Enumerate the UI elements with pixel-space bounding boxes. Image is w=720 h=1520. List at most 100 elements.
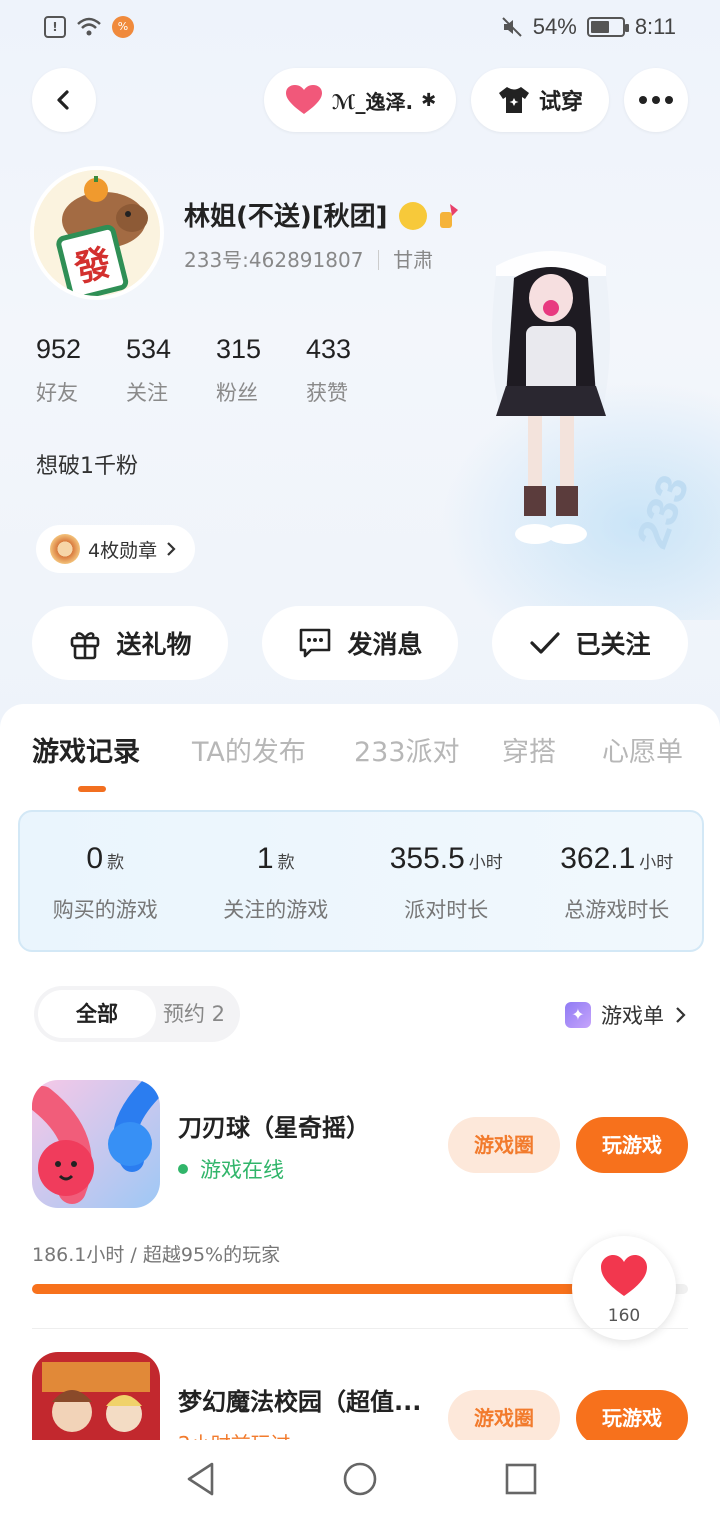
game-title[interactable]: 梦幻魔法校园（超值... — [178, 1382, 421, 1417]
summary-unit: 小时 — [468, 853, 503, 873]
game-filter-segment: 全部 预约 2 — [34, 986, 240, 1042]
mute-icon — [502, 17, 522, 37]
stat-value: 433 — [306, 334, 352, 364]
capybara-avatar-image: 發 — [34, 170, 160, 296]
profile-id-line: 233号:462891807 甘肃 — [184, 244, 433, 273]
battery-percent: 54% — [532, 14, 577, 39]
app-notification-icon: % — [112, 16, 134, 38]
emoji-nail-polish-icon — [436, 202, 462, 230]
system-navigation-bar — [0, 1440, 720, 1520]
stat-label: 粉丝 — [216, 381, 258, 405]
id-region-divider — [377, 250, 379, 270]
medal-icon — [50, 534, 80, 564]
tab-ta-posts[interactable]: TA的发布 — [192, 730, 354, 769]
online-dot-icon — [178, 1164, 188, 1174]
followed-label: 已关注 — [575, 630, 651, 659]
playtime-meta: 186.1小时 / 超越95%的玩家 — [32, 1244, 281, 1266]
companion-button[interactable]: ℳ_逸泽. ✱ — [264, 68, 456, 132]
game-circle-button[interactable]: 游戏圈 — [448, 1390, 560, 1446]
summary-unit: 款 — [107, 853, 125, 873]
more-dots-icon — [639, 96, 673, 104]
profile-id: 233号:462891807 — [184, 248, 364, 272]
send-message-button[interactable]: 发消息 — [262, 606, 458, 680]
game-list-label: 游戏单 — [601, 1004, 664, 1028]
stat-value: 952 — [36, 334, 82, 364]
summary-label: 关注的游戏 — [223, 898, 329, 922]
summary-value: 362.1 — [560, 842, 636, 875]
filter-all[interactable]: 全部 — [38, 990, 156, 1038]
badges-button[interactable]: 4枚勋章 — [36, 525, 196, 573]
avatar-character-illustration — [466, 236, 636, 556]
summary-purchased-games[interactable]: 0款 购买的游戏 — [20, 812, 191, 950]
chevron-right-icon — [676, 1007, 686, 1023]
wifi-icon — [76, 16, 102, 38]
chevron-right-icon — [167, 542, 176, 556]
stat-fans[interactable]: 315 粉丝 — [216, 334, 306, 407]
stat-likes[interactable]: 433 获赞 — [306, 334, 396, 407]
tab-outfits[interactable]: 穿搭 — [502, 730, 602, 769]
heart-icon — [285, 85, 322, 114]
nav-back-icon[interactable] — [184, 1460, 218, 1498]
badges-label: 4枚勋章 — [88, 539, 158, 562]
spider-icon: ✱ — [421, 89, 437, 111]
game-title[interactable]: 刀刃球（星奇摇） — [178, 1108, 370, 1143]
game-icon-magic-school[interactable] — [32, 1352, 160, 1440]
game-status-text: 游戏在线 — [200, 1158, 284, 1182]
summary-label: 总游戏时长 — [564, 898, 670, 922]
send-gift-label: 送礼物 — [116, 630, 192, 659]
companion-name: ℳ_逸泽. — [331, 89, 414, 114]
nav-recents-icon[interactable] — [504, 1460, 538, 1498]
stat-label: 好友 — [36, 381, 78, 405]
try-on-label: 试穿 — [538, 90, 583, 115]
send-gift-button[interactable]: 送礼物 — [32, 606, 228, 680]
game-online-status: 游戏在线 — [178, 1154, 284, 1184]
like-button[interactable]: 160 — [572, 1236, 676, 1340]
followed-button[interactable]: 已关注 — [492, 606, 688, 680]
sparkle-icon: ✦ — [565, 1002, 591, 1028]
profile-tabs: 游戏记录 TA的发布 233派对 穿搭 心愿单 — [32, 730, 683, 769]
summary-total-playtime[interactable]: 362.1 小时 总游戏时长 — [532, 812, 703, 950]
summary-value: 1 — [256, 842, 274, 875]
summary-value: 0 — [86, 842, 104, 875]
avatar[interactable]: 發 — [30, 166, 164, 300]
summary-unit: 款 — [277, 853, 295, 873]
active-tab-indicator — [78, 786, 106, 792]
try-on-button[interactable]: 试穿 — [471, 68, 609, 132]
game-list-link[interactable]: ✦ 游戏单 — [565, 1000, 686, 1030]
summary-party-duration[interactable]: 355.5 小时 派对时长 — [361, 812, 532, 950]
profile-bio: 想破1千粉 — [36, 454, 138, 479]
more-button[interactable] — [624, 68, 688, 132]
clock: 8:11 — [634, 14, 676, 39]
tab-wishlist[interactable]: 心愿单 — [602, 730, 683, 769]
game-last-played: 2小时前玩过 — [178, 1428, 291, 1440]
summary-label: 派对时长 — [404, 898, 489, 922]
profile-name: 林姐(不送)[秋团] — [184, 196, 462, 233]
profile-region: 甘肃 — [393, 248, 434, 272]
gift-icon — [71, 632, 100, 660]
stat-following[interactable]: 534 关注 — [126, 334, 216, 407]
like-count: 160 — [607, 1306, 641, 1326]
heart-icon — [601, 1255, 647, 1296]
stat-value: 534 — [126, 334, 172, 364]
game-circle-button[interactable]: 游戏圈 — [448, 1117, 560, 1173]
play-game-button[interactable]: 玩游戏 — [576, 1390, 688, 1446]
emoji-rolling-eyes-icon — [398, 202, 427, 230]
back-arrow-icon — [57, 90, 69, 110]
tab-game-records[interactable]: 游戏记录 — [32, 730, 192, 769]
message-icon — [300, 628, 331, 658]
summary-value: 355.5 — [389, 842, 465, 875]
tab-233-party[interactable]: 233派对 — [354, 730, 502, 769]
game-icon-blade-ball[interactable] — [32, 1080, 160, 1208]
nav-home-icon[interactable] — [342, 1460, 378, 1498]
summary-label: 购买的游戏 — [52, 898, 158, 922]
stat-friends[interactable]: 952 好友 — [36, 334, 126, 407]
play-game-button[interactable]: 玩游戏 — [576, 1117, 688, 1173]
battery-icon — [586, 17, 629, 37]
stat-label: 关注 — [126, 381, 168, 405]
game-divider — [32, 1328, 688, 1329]
back-button[interactable] — [32, 68, 96, 132]
stat-label: 获赞 — [306, 381, 348, 405]
filter-reserved[interactable]: 预约 2 — [148, 990, 240, 1038]
game-summary-card: 0款 购买的游戏 1款 关注的游戏 355.5 小时 派对时长 362.1 小时 总… — [18, 810, 704, 952]
summary-followed-games[interactable]: 1款 关注的游戏 — [191, 812, 362, 950]
